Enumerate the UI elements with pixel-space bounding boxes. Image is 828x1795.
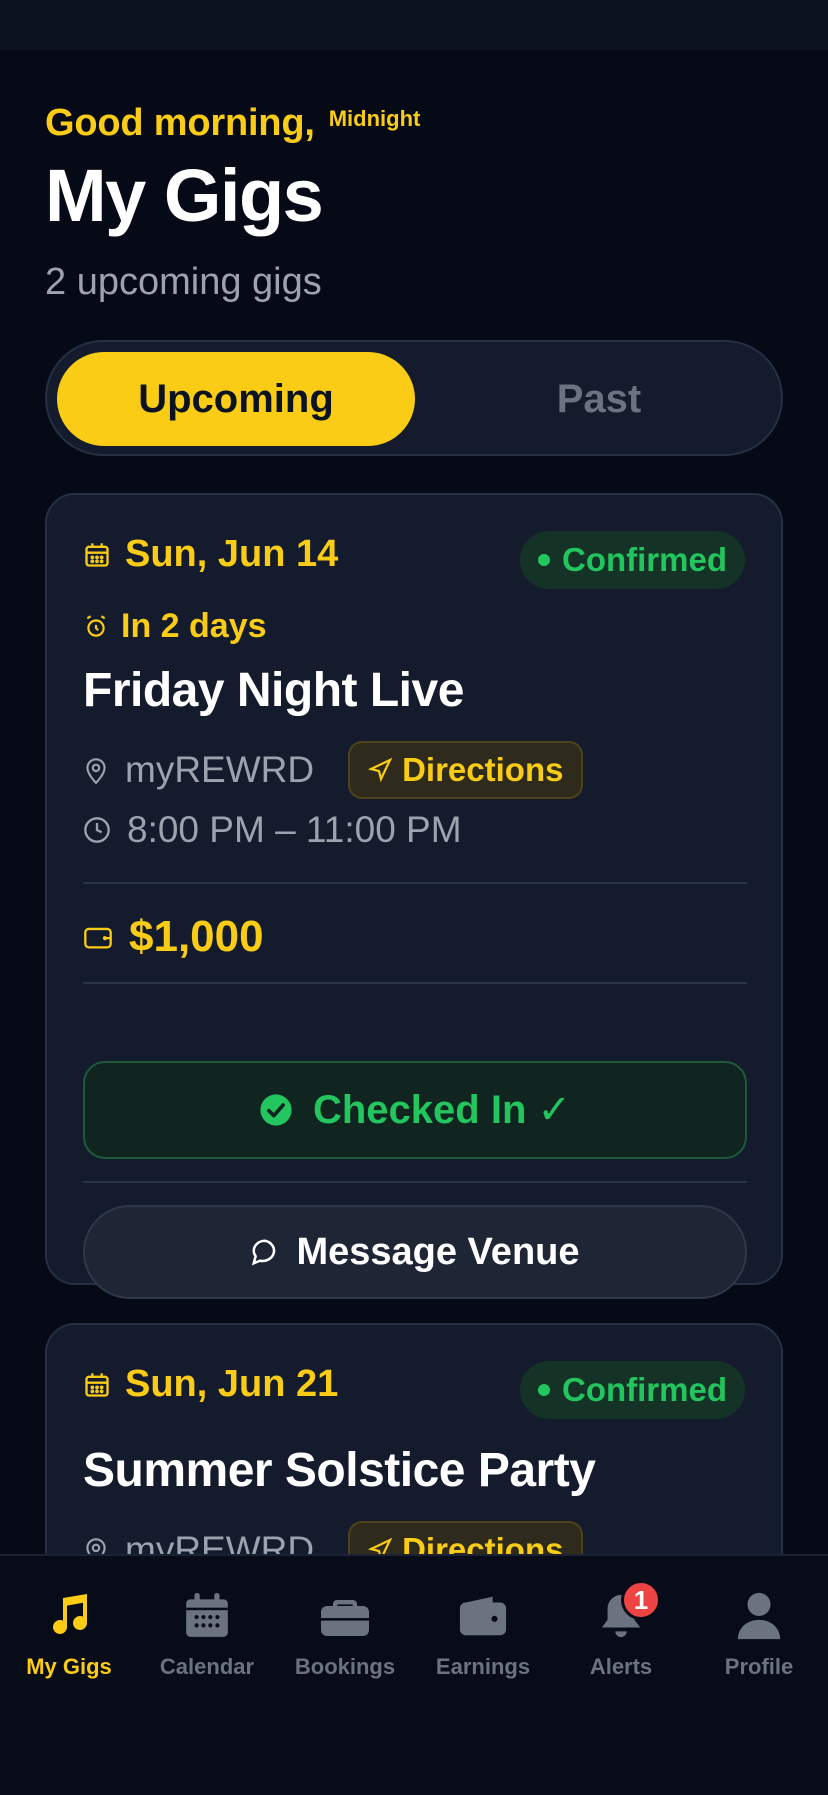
status-dot bbox=[538, 554, 550, 566]
calendar-icon bbox=[85, 542, 109, 567]
pay-row: $1,000 bbox=[83, 897, 264, 977]
directions-button[interactable]: Directions bbox=[348, 1521, 584, 1554]
notification-badge: 1 bbox=[621, 1580, 661, 1620]
alarm-clock-icon bbox=[86, 614, 106, 637]
tab-label: Alerts bbox=[589, 1654, 653, 1679]
gig-pay: $1,000 bbox=[129, 912, 264, 961]
gig-title: Friday Night Live bbox=[83, 664, 464, 717]
gig-card[interactable]: Sun, Jun 21 Confirmed Summer Solstice Pa… bbox=[45, 1323, 783, 1554]
calendar-icon bbox=[85, 1372, 109, 1397]
tab-label: Earnings bbox=[435, 1654, 531, 1679]
tab-label: Calendar bbox=[159, 1654, 255, 1679]
clock-icon bbox=[84, 817, 110, 843]
directions-label: Directions bbox=[402, 751, 564, 788]
gig-countdown: In 2 days bbox=[121, 607, 267, 645]
gigs-scroll-view[interactable]: Good morning, Midnight My Gigs 2 upcomin… bbox=[0, 50, 828, 1554]
status-label: Confirmed bbox=[562, 1371, 727, 1408]
briefcase-icon bbox=[317, 1588, 373, 1644]
tab-label: Bookings bbox=[294, 1654, 396, 1679]
directions-label: Directions bbox=[402, 1531, 564, 1554]
wallet-icon bbox=[455, 1588, 511, 1644]
page-header: Good morning, Midnight My Gigs 2 upcomin… bbox=[45, 102, 420, 304]
navigation-arrow-icon bbox=[368, 758, 393, 782]
gig-title: Summer Solstice Party bbox=[83, 1444, 596, 1497]
gig-time: 8:00 PM – 11:00 PM bbox=[127, 809, 462, 850]
divider bbox=[83, 982, 747, 984]
tab-profile[interactable]: Profile bbox=[690, 1588, 828, 1680]
venue-row: myREWRD Directions bbox=[83, 741, 584, 799]
gig-date-row: Sun, Jun 21 bbox=[83, 1363, 338, 1406]
countdown-row: In 2 days bbox=[83, 607, 267, 646]
gig-card[interactable]: Sun, Jun 14 Confirmed In 2 days Friday N… bbox=[45, 493, 783, 1299]
tab-my-gigs[interactable]: My Gigs bbox=[0, 1588, 138, 1680]
divider bbox=[83, 882, 747, 884]
location-pin-icon bbox=[86, 1538, 106, 1554]
wallet-icon bbox=[84, 927, 112, 949]
greeting-text: Good morning, bbox=[45, 102, 315, 144]
status-dot bbox=[538, 1384, 550, 1396]
checked-in-label: Checked In ✓ bbox=[312, 1088, 572, 1132]
check-circle-icon bbox=[260, 1094, 292, 1126]
message-venue-button[interactable]: Message Venue bbox=[83, 1205, 747, 1299]
tab-label: Profile bbox=[724, 1654, 794, 1679]
gig-date: Sun, Jun 21 bbox=[125, 1363, 339, 1405]
venue-name: myREWRD bbox=[125, 749, 315, 790]
user-name: Midnight bbox=[328, 106, 421, 131]
checked-in-button[interactable]: Checked In ✓ bbox=[83, 1061, 747, 1159]
upcoming-count: 2 upcoming gigs bbox=[45, 261, 322, 303]
tab-past[interactable]: Past bbox=[425, 352, 773, 446]
tab-earnings[interactable]: Earnings bbox=[414, 1588, 552, 1680]
venue-row: myREWRD Directions bbox=[83, 1521, 584, 1554]
status-badge: Confirmed bbox=[520, 1361, 745, 1419]
tab-upcoming[interactable]: Upcoming bbox=[57, 352, 415, 446]
navigation-arrow-icon bbox=[368, 1538, 393, 1554]
gigs-segmented-control: Upcoming Past bbox=[45, 340, 783, 456]
chat-bubble-icon bbox=[252, 1239, 276, 1266]
bottom-tab-bar: My Gigs Calendar Bookings Earnings 1 Ale… bbox=[0, 1554, 828, 1795]
tab-calendar[interactable]: Calendar bbox=[138, 1588, 276, 1680]
status-badge: Confirmed bbox=[520, 531, 745, 589]
divider bbox=[83, 1181, 747, 1183]
tab-alerts[interactable]: 1 Alerts bbox=[552, 1580, 690, 1680]
location-pin-icon bbox=[86, 758, 106, 785]
person-icon bbox=[731, 1588, 787, 1644]
gig-date: Sun, Jun 14 bbox=[125, 533, 339, 575]
time-row: 8:00 PM – 11:00 PM bbox=[83, 809, 462, 851]
gig-date-row: Sun, Jun 14 bbox=[83, 533, 338, 576]
music-note-icon bbox=[41, 1588, 97, 1644]
bell-icon: 1 bbox=[593, 1580, 661, 1644]
tab-bookings[interactable]: Bookings bbox=[276, 1588, 414, 1680]
tab-label: My Gigs bbox=[26, 1654, 112, 1679]
directions-button[interactable]: Directions bbox=[348, 741, 584, 799]
status-label: Confirmed bbox=[562, 541, 727, 578]
status-bar bbox=[0, 0, 828, 50]
calendar-icon bbox=[179, 1588, 235, 1644]
message-venue-label: Message Venue bbox=[296, 1230, 580, 1273]
venue-name: myREWRD bbox=[125, 1529, 315, 1554]
page-title: My Gigs bbox=[45, 154, 324, 237]
